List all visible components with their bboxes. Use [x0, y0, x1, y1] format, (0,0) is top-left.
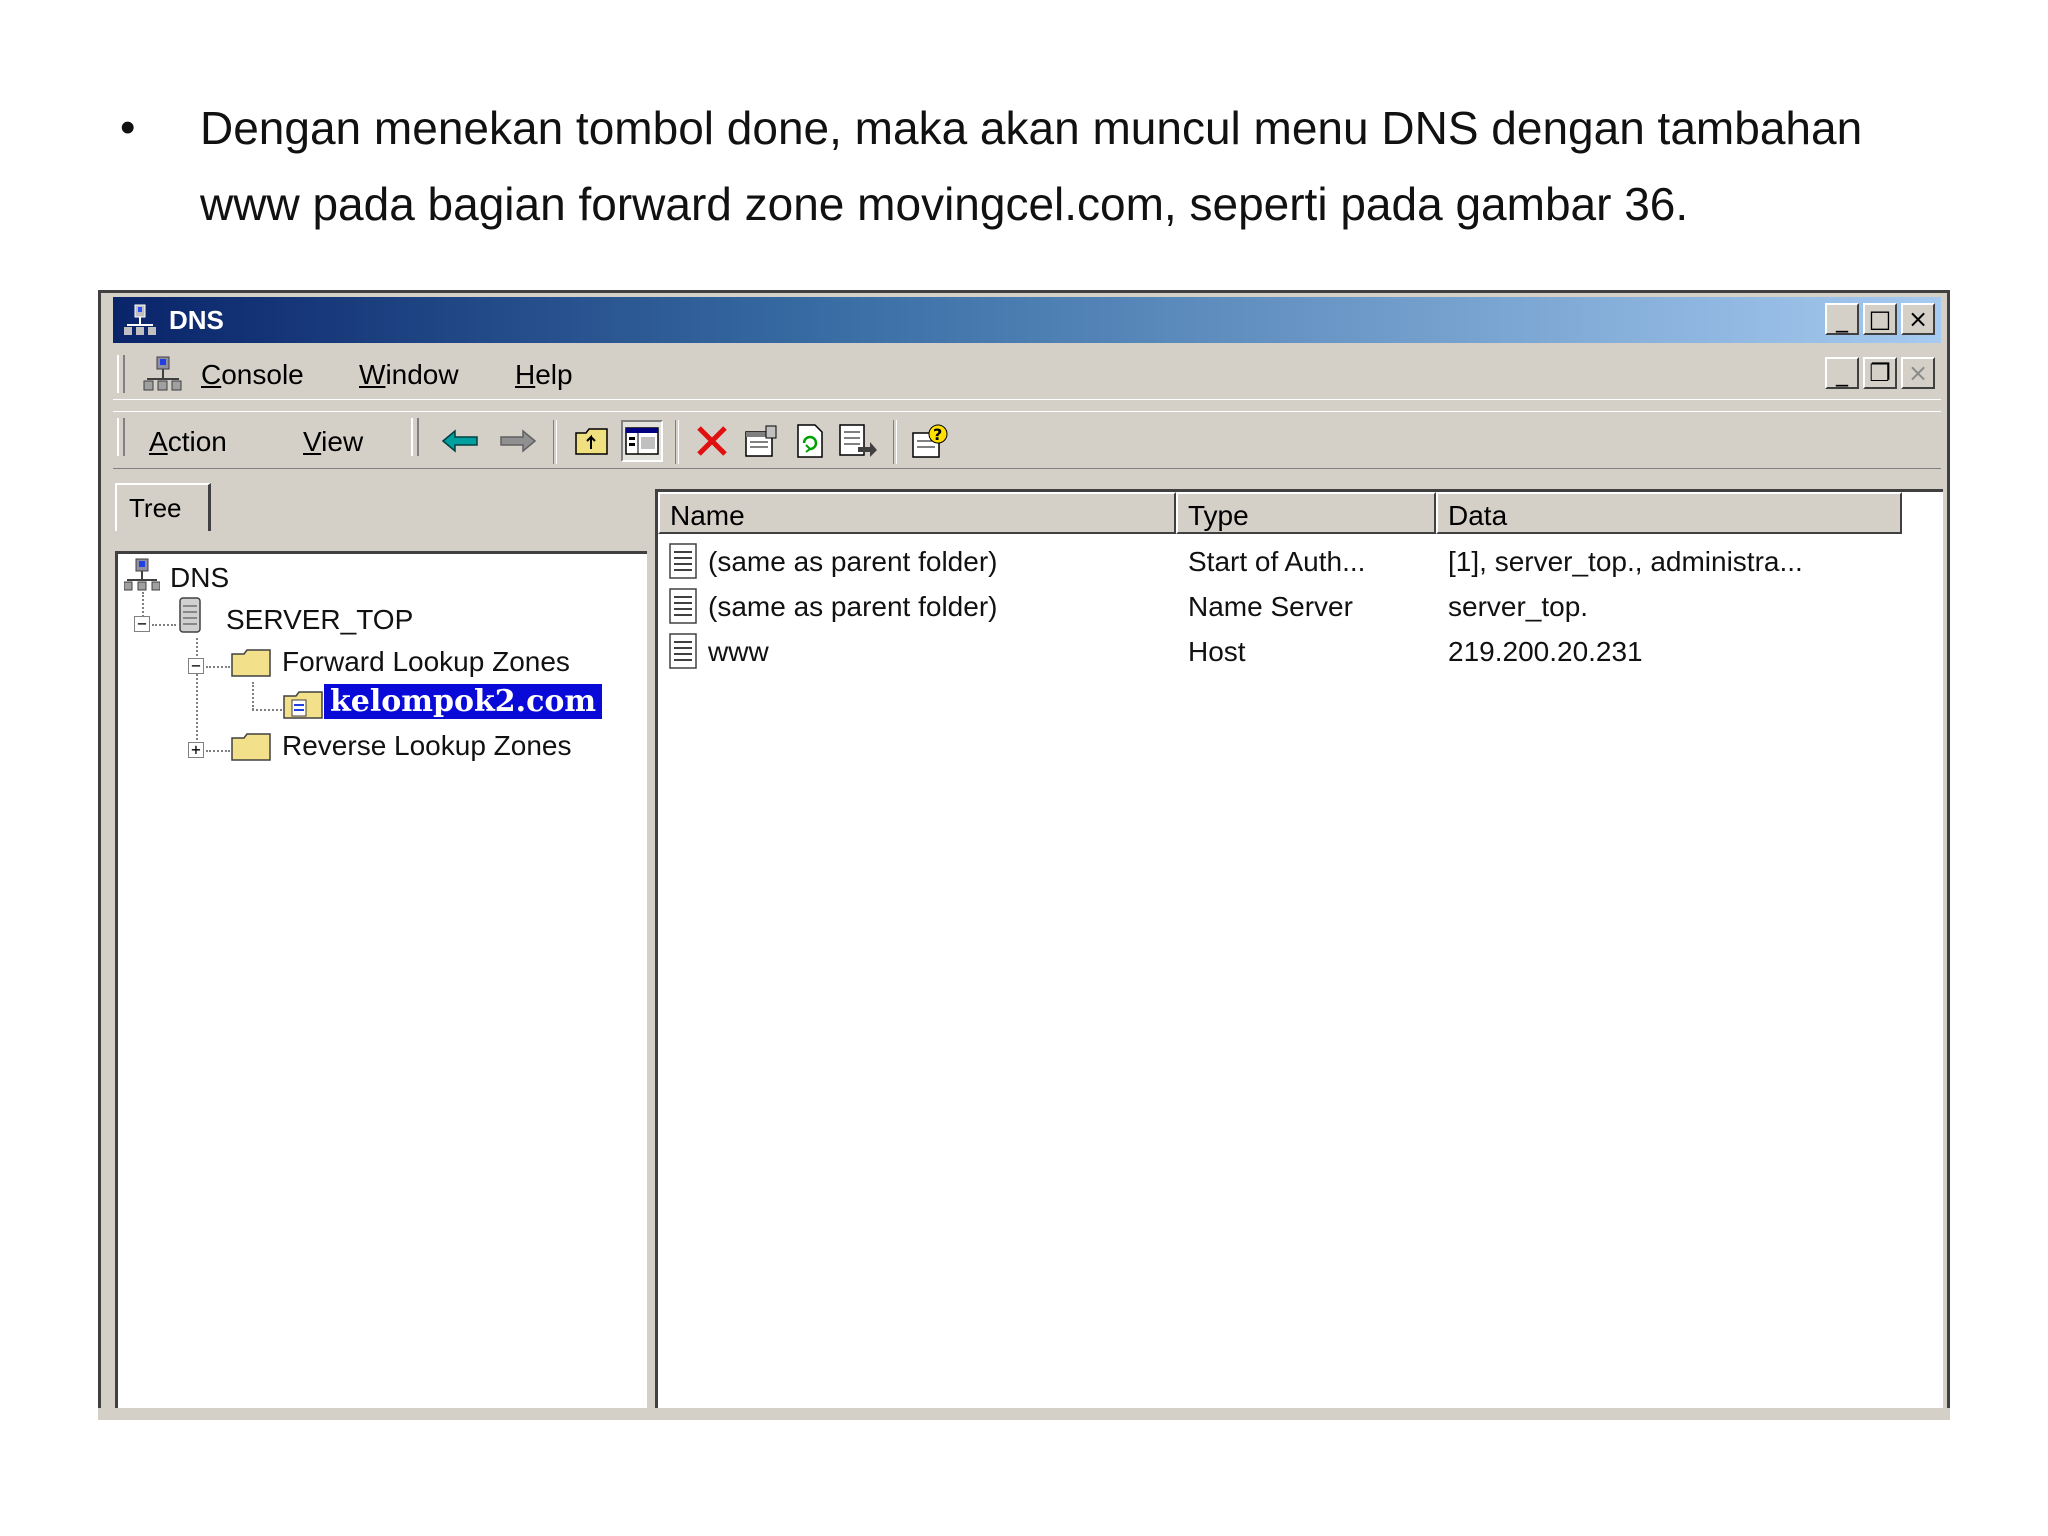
- tree-node-dns[interactable]: DNS: [170, 562, 229, 594]
- record-row[interactable]: www Host 219.200.20.231: [658, 632, 1943, 676]
- properties-button[interactable]: [741, 420, 783, 462]
- tree-connector: [206, 666, 230, 668]
- expand-reverse-zones-toggle[interactable]: +: [188, 742, 204, 758]
- record-row[interactable]: (same as parent folder) Start of Auth...…: [658, 542, 1943, 586]
- menu-help[interactable]: Help: [515, 359, 573, 391]
- minimize-button[interactable]: _: [1825, 303, 1859, 335]
- dns-root-icon: [124, 558, 160, 591]
- menu-action[interactable]: Action: [149, 426, 227, 458]
- record-row[interactable]: (same as parent folder) Name Server serv…: [658, 587, 1943, 631]
- toolbar-separator: [893, 420, 897, 464]
- record-icon: [669, 633, 697, 669]
- svg-text:?: ?: [933, 425, 942, 444]
- tree-connector: [252, 682, 254, 710]
- refresh-icon: [797, 424, 823, 458]
- server-icon: [179, 597, 201, 633]
- toolbar-grip[interactable]: [117, 418, 125, 456]
- refresh-button[interactable]: [789, 420, 831, 462]
- window-title: DNS: [169, 305, 224, 335]
- status-bar: [98, 1408, 1950, 1420]
- mdi-restore-button[interactable]: ❐: [1863, 357, 1897, 389]
- menubar-grip[interactable]: [117, 355, 125, 393]
- up-one-level-button[interactable]: [571, 420, 613, 462]
- column-header-type[interactable]: Type: [1176, 492, 1436, 534]
- toolbar-separator: [675, 420, 679, 464]
- record-data: 219.200.20.231: [1448, 636, 1643, 667]
- delete-icon: [697, 426, 727, 456]
- menu-window[interactable]: Window: [359, 359, 459, 391]
- delete-button[interactable]: [691, 420, 733, 462]
- close-button[interactable]: ×: [1901, 303, 1935, 335]
- show-tree-icon: [625, 427, 659, 455]
- tree-node-zone-selected[interactable]: kelompok2.com: [324, 684, 603, 719]
- toolbar-grip-2[interactable]: [411, 418, 419, 456]
- slide-text: Dengan menekan tombol done, maka akan mu…: [200, 102, 1863, 230]
- mdi-minimize-button[interactable]: _: [1825, 357, 1859, 389]
- record-icon: [669, 588, 697, 624]
- tree-connector: [206, 750, 230, 752]
- up-folder-icon: [575, 428, 608, 455]
- tab-tree[interactable]: Tree: [115, 483, 211, 531]
- window-controls: _ □ ×: [1825, 303, 1935, 335]
- help-button[interactable]: ?: [909, 420, 951, 462]
- dns-window: DNS _ □ × Console Window Help _ ❐ × Acti…: [98, 290, 1950, 1420]
- column-header-data[interactable]: Data: [1436, 492, 1902, 534]
- column-header-name[interactable]: Name: [658, 492, 1176, 534]
- forward-button[interactable]: [497, 420, 539, 462]
- folder-icon: [231, 733, 271, 761]
- export-list-icon: [839, 424, 877, 457]
- maximize-button[interactable]: □: [1863, 303, 1897, 335]
- help-icon: ?: [912, 424, 948, 458]
- record-icon: [669, 543, 697, 579]
- toolbar-separator: [553, 420, 557, 464]
- title-bar[interactable]: DNS _ □ ×: [113, 297, 1941, 343]
- record-list: Name Type Data (same as parent folder) S…: [655, 489, 1943, 1417]
- record-type: Name Server: [1188, 591, 1353, 622]
- collapse-server-toggle[interactable]: −: [134, 616, 150, 632]
- record-type: Start of Auth...: [1188, 546, 1366, 577]
- record-data: [1], server_top., administra...: [1448, 546, 1803, 577]
- tree-node-forward-zones[interactable]: Forward Lookup Zones: [282, 646, 570, 678]
- tree-pane: DNS − SERVER_TOP − Forward Lookup Zones …: [115, 551, 647, 1417]
- forward-icon: [500, 429, 537, 453]
- menu-console[interactable]: Console: [201, 359, 304, 391]
- record-data: server_top.: [1448, 591, 1589, 622]
- console-icon: [143, 356, 182, 391]
- properties-icon: [745, 425, 777, 457]
- tree-connector: [196, 638, 198, 748]
- tree-connector: [152, 624, 176, 626]
- record-type: Host: [1188, 636, 1246, 667]
- collapse-forward-zones-toggle[interactable]: −: [188, 658, 204, 674]
- toolbar: Action View ?: [113, 411, 1941, 469]
- menu-view[interactable]: View: [303, 426, 363, 458]
- mdi-controls: _ ❐ ×: [1825, 357, 1935, 389]
- tree-connector: [252, 709, 286, 711]
- export-list-button[interactable]: [837, 420, 879, 462]
- folder-icon: [231, 649, 271, 677]
- dns-app-icon: [124, 304, 156, 335]
- mdi-close-button[interactable]: ×: [1901, 357, 1935, 389]
- tree-node-reverse-zones[interactable]: Reverse Lookup Zones: [282, 730, 572, 762]
- record-name: www: [708, 636, 769, 667]
- menu-bar: Console Window Help _ ❐ ×: [113, 349, 1941, 400]
- bullet-marker: •: [120, 103, 136, 152]
- back-icon: [441, 429, 478, 453]
- back-button[interactable]: [439, 420, 481, 462]
- record-name: (same as parent folder): [708, 546, 998, 577]
- tree-node-server[interactable]: SERVER_TOP: [226, 604, 413, 636]
- record-name: (same as parent folder): [708, 591, 998, 622]
- zone-icon: [283, 691, 323, 719]
- show-hide-tree-button[interactable]: [621, 420, 663, 462]
